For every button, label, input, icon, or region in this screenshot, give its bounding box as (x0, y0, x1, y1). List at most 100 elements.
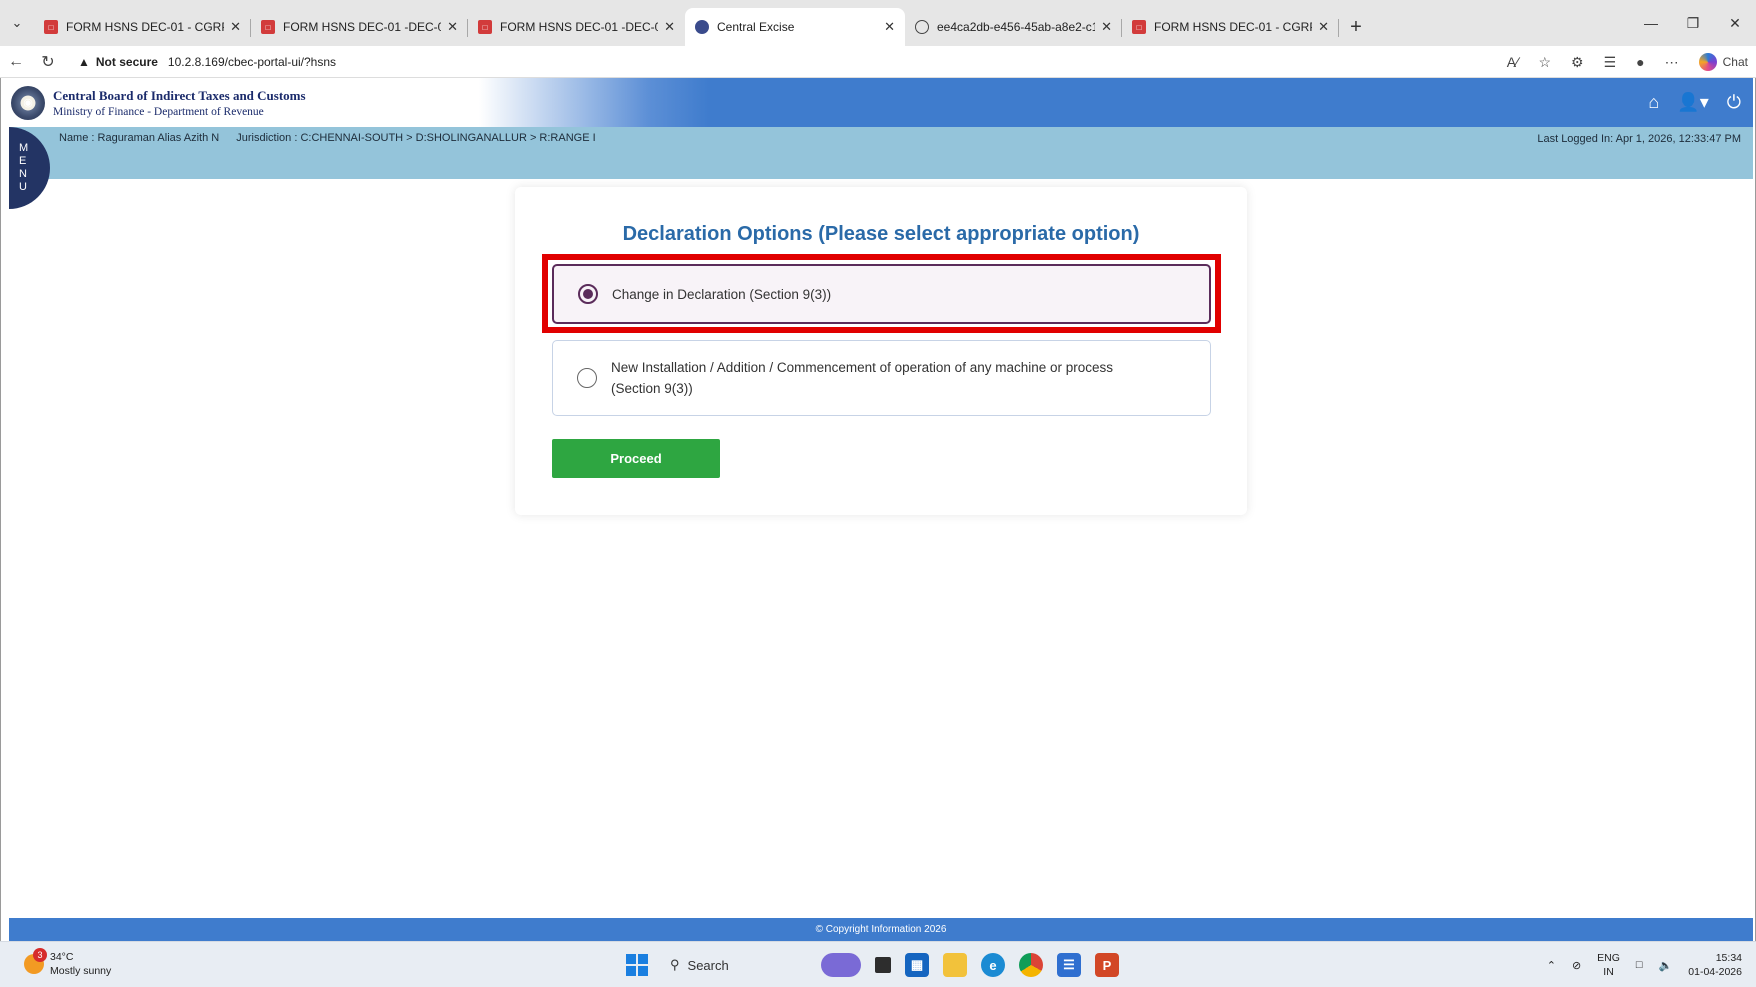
extensions-icon[interactable]: ⚙ (1571, 54, 1584, 71)
weather-desc: Mostly sunny (50, 965, 112, 977)
chrome-browser-icon[interactable] (1019, 953, 1043, 977)
browser-tab-strip: ⌄ □ FORM HSNS DEC-01 - CGRPB217 ✕ □ FORM… (0, 0, 1756, 46)
tab-title: ee4ca2db-e456-45ab-a8e2-c1334 (937, 20, 1095, 34)
close-icon[interactable]: ✕ (447, 19, 458, 35)
read-aloud-icon[interactable]: A∕ (1507, 54, 1519, 70)
last-logged-in: Last Logged In: Apr 1, 2026, 12:33:47 PM (1537, 133, 1741, 145)
menu-letter: M (19, 142, 29, 154)
reload-icon[interactable]: ↻ (32, 46, 64, 78)
notification-badge: 3 (33, 948, 47, 962)
network-icon[interactable]: □ (1636, 959, 1643, 971)
close-icon[interactable]: ✕ (1101, 19, 1112, 35)
home-icon[interactable]: ⌂ (1648, 92, 1659, 113)
proceed-button[interactable]: Proceed (552, 439, 720, 478)
copilot-app-icon[interactable] (821, 953, 861, 977)
lang-bottom: IN (1603, 966, 1614, 978)
pdf-icon: □ (1132, 20, 1146, 34)
pdf-icon: □ (44, 20, 58, 34)
restore-icon[interactable]: ❐ (1672, 0, 1714, 46)
favorites-list-icon[interactable]: ☰ (1604, 54, 1617, 71)
portal-header: ◉ Central Board of Indirect Taxes and Cu… (9, 78, 1753, 127)
copilot-icon (1698, 53, 1717, 71)
volume-muted-icon[interactable]: 🔈 (1659, 959, 1673, 972)
tab-list-chevron-icon[interactable]: ⌄ (0, 0, 34, 46)
chevron-up-icon[interactable]: ⌃ (1547, 959, 1556, 972)
browser-tab-2[interactable]: □ FORM HSNS DEC-01 -DEC-002 CG ✕ (251, 8, 468, 46)
favorite-star-icon[interactable]: ☆ (1538, 54, 1551, 71)
radio-button[interactable] (577, 368, 597, 388)
user-dropdown-icon[interactable]: 👤▾ (1677, 92, 1708, 113)
pdf-icon: □ (478, 20, 492, 34)
window-close-icon[interactable]: ✕ (1714, 0, 1756, 46)
url-field[interactable]: ▲ Not secure 10.2.8.169/cbec-portal-ui/?… (78, 55, 336, 69)
user-name: Name : Raguraman Alias Azith N (59, 132, 220, 144)
browser-tab-central-excise[interactable]: Central Excise ✕ (685, 8, 905, 46)
address-bar-actions: A∕ ☆ ⚙ ☰ ● ⋯ Chat (1507, 46, 1748, 78)
menu-letter: E (19, 155, 27, 167)
org-block: Central Board of Indirect Taxes and Cust… (53, 88, 306, 118)
tab-title: FORM HSNS DEC-01 -DEC-002 CG (500, 20, 659, 34)
power-logout-icon[interactable]: ⏻ (1727, 92, 1741, 113)
close-icon[interactable]: ✕ (1318, 19, 1329, 35)
profile-avatar-icon[interactable]: ● (1636, 54, 1644, 70)
weather-text: 34°C Mostly sunny (50, 950, 111, 978)
option-label: Change in Declaration (Section 9(3)) (612, 286, 832, 302)
menu-letter: N (19, 168, 27, 180)
org-name: Central Board of Indirect Taxes and Cust… (53, 87, 306, 103)
jurisdiction: Jurisdiction : C:CHENNAI-SOUTH > D:SHOLI… (236, 132, 596, 144)
url-text[interactable]: 10.2.8.169/cbec-portal-ui/?hsns (168, 55, 336, 69)
task-view-icon[interactable] (875, 957, 891, 973)
cbic-emblem-icon (695, 20, 709, 34)
option-label: New Installation / Addition / Commenceme… (611, 360, 1114, 396)
close-icon[interactable]: ✕ (884, 19, 895, 35)
tab-separator (1338, 19, 1339, 37)
radio-button-selected[interactable] (578, 284, 598, 304)
windows-start-icon[interactable] (626, 954, 648, 976)
user-info-line: Name : Raguraman Alias Azith N Jurisdict… (59, 132, 610, 144)
taskbar-search[interactable]: ⚲ Search (662, 950, 807, 980)
copilot-chat-button[interactable]: Chat (1698, 53, 1748, 71)
clock-time: 15:34 (1715, 952, 1742, 964)
more-options-icon[interactable]: ⋯ (1665, 54, 1679, 71)
back-arrow-icon[interactable]: ← (0, 46, 32, 78)
option-new-installation[interactable]: New Installation / Addition / Commenceme… (552, 340, 1211, 416)
minimize-icon[interactable]: — (1630, 0, 1672, 46)
store-icon[interactable]: ▦ (905, 953, 929, 977)
browser-tab-3[interactable]: □ FORM HSNS DEC-01 -DEC-002 CG ✕ (468, 8, 685, 46)
browser-tab-5[interactable]: ee4ca2db-e456-45ab-a8e2-c1334 ✕ (905, 8, 1122, 46)
clock[interactable]: 15:34 01-04-2026 (1688, 951, 1742, 979)
close-icon[interactable]: ✕ (230, 19, 241, 35)
search-icon: ⚲ (670, 957, 680, 972)
browser-tab-6[interactable]: □ FORM HSNS DEC-01 - CGRPB217 ✕ (1122, 8, 1339, 46)
pdf-icon: □ (261, 20, 275, 34)
tab-title: FORM HSNS DEC-01 - CGRPB217 (1154, 20, 1312, 34)
warning-triangle-icon[interactable]: ▲ (78, 55, 90, 69)
menu-letter: U (19, 181, 27, 193)
powerpoint-icon[interactable]: P (1095, 953, 1119, 977)
edge-browser-icon[interactable]: e (981, 953, 1005, 977)
chat-label: Chat (1722, 55, 1748, 69)
weather-widget[interactable]: 3 34°C Mostly sunny (24, 948, 111, 978)
new-tab-plus-icon[interactable]: + (1339, 8, 1373, 46)
onedrive-off-icon[interactable]: ⊘ (1572, 959, 1581, 972)
notepad-icon[interactable]: ☰ (1057, 953, 1081, 977)
windows-taskbar: 3 34°C Mostly sunny ⚲ Search ▦ e ☰ P ⌃ ⊘… (0, 941, 1756, 987)
option-change-in-declaration[interactable]: Change in Declaration (Section 9(3)) (552, 264, 1211, 324)
file-explorer-icon[interactable] (943, 953, 967, 977)
weather-temp: 34°C (50, 951, 74, 963)
search-label: Search (687, 957, 729, 973)
taskbar-apps: ⚲ Search ▦ e ☰ P (626, 947, 1119, 983)
tab-title: Central Excise (717, 20, 795, 34)
cbic-emblem-icon: ◉ (11, 85, 45, 120)
language-indicator[interactable]: ENG IN (1597, 951, 1620, 979)
sun-weather-icon: 3 (24, 948, 47, 974)
not-secure-label[interactable]: Not secure (96, 55, 158, 69)
close-icon[interactable]: ✕ (664, 19, 675, 35)
declaration-title: Declaration Options (Please select appro… (622, 223, 1140, 245)
clock-date: 01-04-2026 (1688, 966, 1742, 978)
browser-tab-1[interactable]: □ FORM HSNS DEC-01 - CGRPB217 ✕ (34, 8, 251, 46)
globe-icon (915, 20, 929, 34)
user-info-bar: Name : Raguraman Alias Azith N Jurisdict… (9, 127, 1753, 179)
page-footer: © Copyright Information 2026 (9, 918, 1753, 941)
header-actions: ⌂ 👤▾ ⏻ (1648, 78, 1741, 127)
